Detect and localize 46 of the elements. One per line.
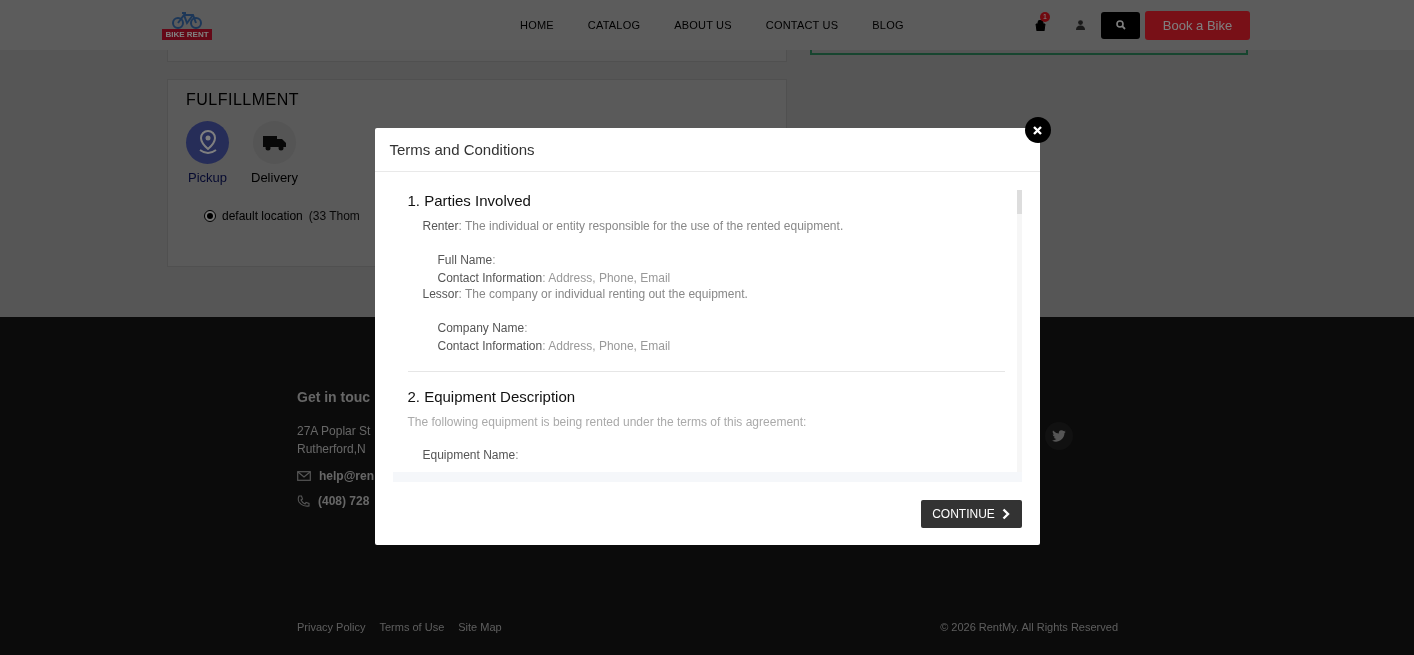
continue-button[interactable]: CONTINUE [920,499,1022,528]
radio-button[interactable] [204,210,216,222]
scrollbar[interactable] [1016,190,1022,472]
term-text: Renter: The individual or entity responsible for the use of the rented equipment. [422,219,845,233]
location-address: (33 Thom [308,209,360,223]
footer-heading: Get in touc [297,389,371,405]
mail-icon [297,471,311,481]
user-icon[interactable] [1076,20,1085,30]
paragraph: The following equipment is being rented under the terms of this agreement: [407,415,808,429]
nav-link[interactable]: CATALOG [587,19,641,31]
social-button[interactable] [1045,422,1073,450]
section-heading: 2. Equipment Description [407,388,577,405]
section-heading: 1. Parties Involved [407,192,532,209]
truck-icon [261,133,288,152]
phone-icon [297,494,310,508]
nav-link[interactable]: ABOUT US [674,19,732,31]
section-title: FULFILLMENT [186,91,301,109]
bag-icon[interactable] [1035,19,1046,31]
email-link[interactable]: help@ren [319,469,375,483]
footer-link[interactable]: Privacy Policy [297,621,366,633]
footer-link[interactable]: Site Map [458,621,502,633]
term-text: Full Name: [437,252,497,269]
search-icon [1115,20,1126,30]
search-button[interactable] [1101,11,1140,39]
term-text: Contact Information: Address, Phone, Email [437,338,672,355]
close-button[interactable] [1024,117,1051,143]
nav-link[interactable]: CONTACT US [765,19,839,31]
term-text: Contact Information: Address, Phone, Email [437,270,672,287]
term-text: Equipment Name: [422,448,520,462]
book-button[interactable]: Book a Bike [1145,10,1250,40]
term-text: Company Name: [437,320,529,337]
twitter-bird-icon [1052,430,1066,442]
term-text: Lessor: The company or individual renting out the equipment. [422,287,749,301]
location-label: default location [222,209,303,223]
logo[interactable]: BIKE RENT [164,10,210,40]
modal-title: Terms and Conditions [389,141,535,158]
footer-link[interactable]: Terms of Use [379,621,445,633]
logo-text: BIKE RENT [162,28,212,40]
phone-link[interactable]: (408) 728 [318,494,370,508]
address-text: 27A Poplar St Rutherford,N [297,423,371,458]
nav-link[interactable]: HOME [520,19,554,31]
chevron-right-icon [1001,507,1010,520]
bicycle-icon [171,10,203,29]
nav-link[interactable]: BLOG [872,19,904,31]
copyright-text: © 2026 RentMy. All Rights Reserved [940,621,1118,633]
close-icon [1033,125,1042,135]
